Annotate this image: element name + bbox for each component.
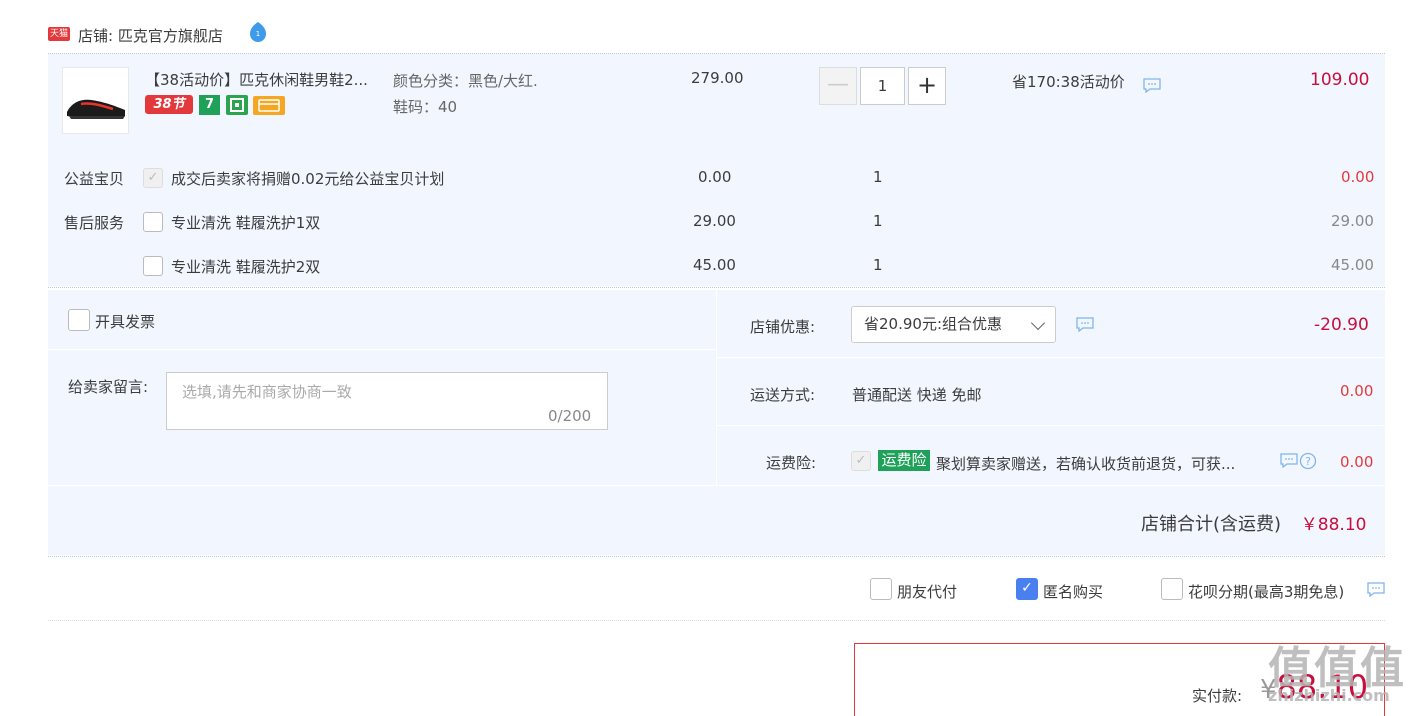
shipping-amount: 0.00 xyxy=(1340,382,1374,400)
seller-note-placeholder: 选填,请先和商家协商一致 xyxy=(182,383,352,401)
anonymous-label[interactable]: 匿名购买 xyxy=(1043,581,1103,602)
comment-icon[interactable] xyxy=(1076,317,1094,333)
credit-card-icon xyxy=(253,96,285,115)
huabei-label[interactable]: 花呗分期(最高3期免息) xyxy=(1188,581,1344,602)
cleaning-2-qty: 1 xyxy=(873,256,883,274)
sku-size: 鞋码：40 xyxy=(393,98,458,116)
cleaning-2-total: 45.00 xyxy=(1331,256,1374,274)
shipping-method: 普通配送 快递 免邮 xyxy=(852,386,982,404)
divider xyxy=(717,425,1385,426)
chevron-down-icon xyxy=(1030,315,1046,331)
insurance-text: 聚划算卖家赠送，若确认收货前退货，可获... xyxy=(936,455,1236,473)
store-discount-select[interactable]: 省20.90元:组合优惠 xyxy=(851,306,1056,343)
wangwang-chat-icon[interactable]: 1 xyxy=(246,21,270,43)
cleaning-2-checkbox[interactable] xyxy=(143,256,163,276)
store-discount-amount: -20.90 xyxy=(1314,315,1369,335)
tmall-badge: 天猫 xyxy=(48,27,70,41)
product-thumbnail[interactable] xyxy=(62,67,129,134)
cleaning-2-text: 专业清洗 鞋履洗护2双 xyxy=(171,258,321,276)
comment-icon[interactable] xyxy=(1367,582,1385,598)
charity-checkbox: ✓ xyxy=(143,168,163,188)
quality-guarantee-icon xyxy=(226,95,248,115)
huabei-checkbox[interactable] xyxy=(1161,578,1183,600)
charity-price: 0.00 xyxy=(698,168,732,186)
cleaning-1-text: 专业清洗 鞋履洗护1双 xyxy=(171,214,321,232)
comment-icon[interactable] xyxy=(1143,78,1161,94)
store-total-amount: ￥88.10 xyxy=(1300,515,1367,535)
help-icon[interactable]: ? xyxy=(1299,452,1317,470)
insurance-tag: 运费险 xyxy=(878,450,930,471)
store-total: 店铺合计(含运费) ￥88.10 xyxy=(1141,510,1366,536)
store-discount-label: 店铺优惠: xyxy=(750,318,816,336)
insurance-amount: 0.00 xyxy=(1340,453,1374,471)
cleaning-1-price: 29.00 xyxy=(693,212,736,230)
charity-text: 成交后卖家将捐赠0.02元给公益宝贝计划 xyxy=(171,170,445,188)
seller-note-label: 给卖家留言: xyxy=(68,378,149,396)
quantity-increase-button[interactable]: + xyxy=(908,67,946,105)
item-total: 109.00 xyxy=(1310,70,1370,90)
divider xyxy=(48,556,1385,557)
store-name[interactable]: 店铺: 匹克官方旗舰店 xyxy=(78,25,223,46)
aftersale-label: 售后服务 xyxy=(64,214,125,232)
unit-price: 279.00 xyxy=(691,69,744,87)
tag-38-festival: 38节 xyxy=(145,95,193,114)
divider xyxy=(48,485,1385,486)
friend-pay-checkbox[interactable] xyxy=(870,578,892,600)
watermark-url: zhizhizhi.com xyxy=(1268,686,1390,705)
final-payment-label: 实付款: xyxy=(1192,687,1243,705)
comment-icon[interactable] xyxy=(1280,453,1298,469)
insurance-checkbox: ✓ xyxy=(851,451,871,471)
charity-total: 0.00 xyxy=(1341,168,1375,186)
charity-qty: 1 xyxy=(873,168,883,186)
quantity-decrease-button[interactable]: — xyxy=(819,67,857,105)
invoice-label[interactable]: 开具发票 xyxy=(95,311,155,332)
cleaning-1-checkbox[interactable] xyxy=(143,212,163,232)
cleaning-2-price: 45.00 xyxy=(693,256,736,274)
cleaning-1-qty: 1 xyxy=(873,212,883,230)
seller-note-count: 0/200 xyxy=(548,407,592,425)
divider xyxy=(48,349,716,350)
quantity-input[interactable]: 1 xyxy=(860,67,905,105)
seven-day-return-icon: 7 xyxy=(199,95,220,115)
charity-label: 公益宝贝 xyxy=(64,170,125,188)
divider xyxy=(717,357,1385,358)
promotion-label: 省170:38活动价 xyxy=(1012,73,1125,91)
divider xyxy=(48,287,1385,288)
svg-text:1: 1 xyxy=(256,30,260,38)
divider xyxy=(48,620,1385,621)
store-discount-value: 省20.90元:组合优惠 xyxy=(864,315,1002,333)
insurance-label: 运费险: xyxy=(766,454,817,472)
svg-text:?: ? xyxy=(1305,455,1311,468)
product-title-link[interactable]: 【38活动价】匹克休闲鞋男鞋2... xyxy=(145,69,368,90)
anonymous-checkbox[interactable]: ✓ xyxy=(1016,578,1038,600)
sku-color: 颜色分类：黑色/大红. xyxy=(393,72,538,90)
cleaning-1-total: 29.00 xyxy=(1331,212,1374,230)
divider xyxy=(716,290,717,485)
friend-pay-label[interactable]: 朋友代付 xyxy=(897,581,957,602)
store-total-label: 店铺合计(含运费) xyxy=(1141,514,1282,535)
shipping-label: 运送方式: xyxy=(750,386,816,404)
invoice-checkbox[interactable] xyxy=(68,309,90,331)
